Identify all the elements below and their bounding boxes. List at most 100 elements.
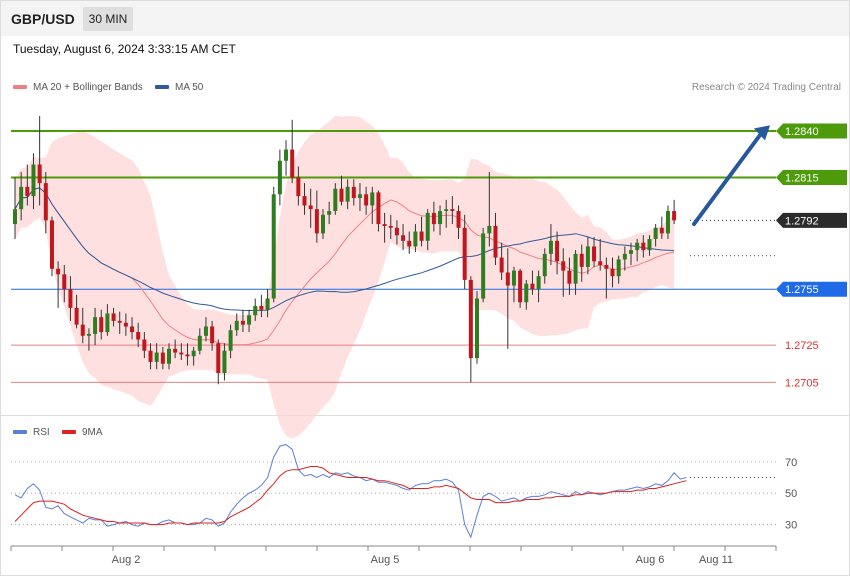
candle-body (308, 205, 313, 210)
candle-body (154, 352, 159, 362)
candle-body (111, 313, 116, 321)
candle-body (635, 242, 640, 251)
candle-body (524, 283, 529, 303)
candle-body (407, 240, 412, 247)
candle-body (401, 235, 406, 241)
candle-body (653, 227, 658, 239)
candle-body (555, 240, 560, 262)
candle-body (247, 315, 252, 325)
candle-body (659, 227, 664, 234)
candle-body (616, 259, 621, 277)
credit-text: Research © 2024 Trading Central (692, 82, 841, 93)
resistance-label-1: 1.2815 (785, 173, 819, 185)
candle-body (647, 238, 652, 251)
candle-body (74, 307, 79, 325)
candle-body (518, 270, 523, 303)
x-tick-label-2: Aug 6 (636, 554, 665, 566)
candle-body (530, 283, 535, 290)
candle-body (105, 313, 110, 333)
candle-body (314, 209, 319, 234)
candle-body (542, 253, 547, 277)
ma20-legend-label: MA 20 + Bollinger Bands (33, 82, 143, 93)
candle-body (216, 343, 221, 374)
candle-body (425, 212, 430, 241)
candle-body (179, 352, 184, 355)
candle-body (641, 242, 646, 251)
candle-body (222, 350, 227, 374)
candle-body (629, 250, 633, 254)
candle-body (228, 330, 233, 351)
rsi-legend-swatch (13, 430, 27, 434)
candle-body (481, 233, 486, 299)
candle-body (160, 352, 165, 364)
rsi-ma-legend-label: 9MA (82, 427, 103, 438)
candle-body (487, 225, 492, 234)
rsi-line (14, 444, 687, 539)
candle-body (277, 160, 282, 195)
candle-body (573, 253, 578, 284)
candle-body (370, 192, 375, 206)
rsi-legend-label: RSI (33, 427, 50, 438)
candle-body (290, 149, 295, 178)
x-tick-label-1: Aug 5 (371, 554, 400, 566)
candle-body (579, 253, 584, 267)
candle-body (43, 183, 48, 221)
candle-body (210, 326, 215, 344)
candle-body (117, 320, 122, 323)
support-label-5: 1.2705 (785, 377, 819, 389)
candle-body (253, 306, 258, 316)
candle-body (339, 188, 344, 202)
ma50-legend-swatch (155, 85, 169, 89)
ma20-legend-swatch (13, 85, 27, 89)
candle-body (25, 186, 30, 197)
candle-body (548, 240, 553, 254)
candle-body (56, 268, 61, 275)
candle-body (203, 326, 208, 336)
price-chart-svg: 1.2840 1.2815 1.2792 1.2755 1.2725 1.2705 MA … (10, 82, 847, 566)
candle-body (382, 224, 387, 226)
candle-body (19, 186, 24, 210)
candle-body (31, 164, 36, 197)
candle-body (191, 350, 196, 357)
pivot-label-3: 1.2755 (785, 284, 819, 296)
candle-body (456, 211, 461, 228)
candle-body (86, 333, 91, 336)
candle-body (419, 231, 424, 241)
candle-body (123, 322, 128, 327)
candle-body (561, 261, 566, 271)
candle-body (413, 231, 418, 247)
level-tags: 1.2840 1.2815 1.2792 1.2755 1.2725 1.2705 (776, 123, 847, 389)
rsi-tick-label-70: 70 (785, 457, 797, 469)
candle-body (511, 270, 516, 286)
support-label-4: 1.2725 (785, 340, 819, 352)
x-tick-label-3: Aug 11 (699, 554, 733, 566)
candle-body (265, 298, 270, 310)
last-label-2: 1.2792 (785, 215, 819, 227)
candle-body (567, 270, 572, 284)
candle-body (130, 326, 135, 333)
candle-body (296, 177, 301, 197)
candle-body (499, 257, 504, 273)
candle-body (302, 196, 307, 206)
candle-body (13, 209, 17, 225)
candle-body (351, 186, 356, 198)
candle-body (438, 211, 443, 225)
candle-body (585, 246, 590, 267)
candle-body (185, 354, 190, 357)
candle-body (357, 194, 362, 198)
candle-body (167, 348, 171, 364)
candle-body (136, 332, 141, 340)
rsi-ma-line (14, 466, 687, 526)
candle-body (450, 209, 455, 212)
candle-body (468, 279, 473, 359)
candle-body (475, 298, 479, 359)
candle-body (148, 350, 153, 362)
candle-body (505, 272, 510, 286)
candle-body (610, 268, 615, 277)
candle-body (388, 225, 393, 228)
candle-body (604, 265, 609, 269)
rsi-tick-label-30: 30 (785, 520, 797, 532)
candle-body (665, 211, 670, 234)
candle-body (259, 306, 264, 310)
x-axis: Aug 2 Aug 5 Aug 6 Aug 11 (10, 545, 777, 566)
